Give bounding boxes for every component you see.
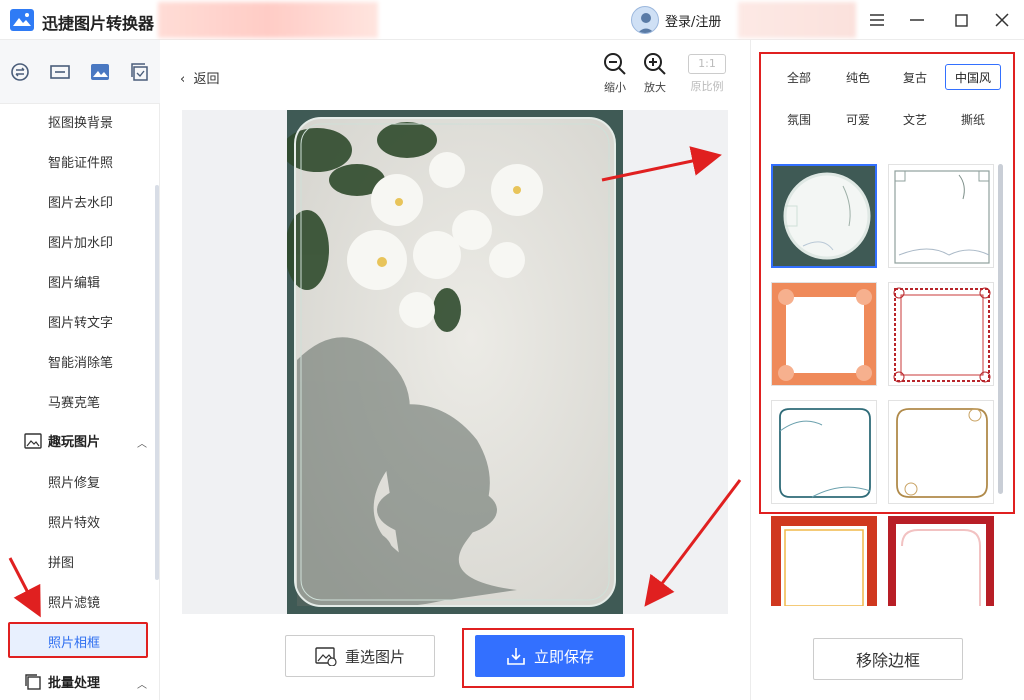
- frame-thumb-1-image: [783, 172, 871, 260]
- back-button[interactable]: ‹ 返回: [180, 68, 219, 87]
- frame-thumb-6[interactable]: [888, 400, 994, 504]
- remove-frame-label: 移除边框: [855, 651, 920, 670]
- reselect-image-icon: [315, 647, 337, 666]
- sidebar-item-frame[interactable]: 照片相框: [48, 632, 100, 651]
- category-atmosphere[interactable]: 氛围: [775, 106, 823, 132]
- sidebar-scrollbar[interactable]: [155, 185, 159, 580]
- sidebar-item-collage[interactable]: 拼图: [48, 552, 74, 571]
- download-icon: [507, 648, 525, 665]
- ratio-icon: 1:1: [688, 54, 726, 74]
- zoom-out-button[interactable]: 缩小: [595, 52, 635, 95]
- frame-thumb-4[interactable]: [888, 282, 994, 386]
- frame-thumb-2-image: [894, 170, 990, 264]
- category-chinese[interactable]: 中国风: [945, 64, 1001, 90]
- sidebar-group-batch[interactable]: 批量处理: [24, 672, 100, 691]
- close-icon[interactable]: [990, 8, 1014, 32]
- original-ratio-label: 原比例: [690, 80, 724, 93]
- zoom-out-icon: [604, 53, 626, 75]
- avatar[interactable]: [631, 6, 659, 34]
- sidebar-item-cutout[interactable]: 抠图换背景: [48, 112, 113, 131]
- frame-thumb-8-image: [888, 516, 994, 606]
- frame-thumb-7[interactable]: [771, 516, 877, 606]
- frame-thumb-3-image: [772, 283, 876, 385]
- image-icon[interactable]: [89, 62, 111, 82]
- sidebar: 抠图换背景 智能证件照 图片去水印 图片加水印 图片编辑 图片转文字 智能消除笔…: [0, 40, 160, 700]
- photo-preview[interactable]: [287, 110, 623, 614]
- reselect-image-button[interactable]: 重选图片: [285, 635, 435, 677]
- frames-scrollbar[interactable]: [998, 164, 1003, 494]
- batch-icon[interactable]: [129, 62, 151, 82]
- save-label: 立即保存: [533, 647, 594, 666]
- save-button[interactable]: 立即保存: [475, 635, 625, 677]
- category-retro[interactable]: 复古: [891, 64, 939, 90]
- back-label: 返回: [193, 72, 220, 87]
- minimize-icon[interactable]: [905, 8, 929, 32]
- category-literary[interactable]: 文艺: [891, 106, 939, 132]
- category-cute[interactable]: 可爱: [834, 106, 882, 132]
- sidebar-item-add-watermark[interactable]: 图片加水印: [48, 232, 113, 251]
- frame-thumb-8[interactable]: [888, 516, 994, 606]
- frame-thumb-3[interactable]: [771, 282, 877, 386]
- frame-thumb-5[interactable]: [771, 400, 877, 504]
- sidebar-item-mosaic[interactable]: 马赛克笔: [48, 392, 100, 411]
- sidebar-item-eraser[interactable]: 智能消除笔: [48, 352, 113, 371]
- app-title: 迅捷图片转换器: [42, 14, 155, 33]
- menu-icon[interactable]: [865, 8, 889, 32]
- login-link[interactable]: 登录/注册: [665, 11, 721, 30]
- category-all[interactable]: 全部: [775, 64, 823, 90]
- compress-icon[interactable]: [49, 62, 71, 82]
- fun-image-icon: [24, 432, 42, 449]
- frame-thumb-5-image: [779, 408, 871, 498]
- sidebar-item-id-photo[interactable]: 智能证件照: [48, 152, 113, 171]
- sidebar-item-edit[interactable]: 图片编辑: [48, 272, 100, 291]
- frame-thumb-7-image: [771, 516, 877, 606]
- frame-thumb-6-image: [896, 408, 988, 498]
- zoom-out-label: 缩小: [604, 81, 626, 94]
- frame-thumb-4-image: [893, 287, 991, 383]
- app-logo-icon: [10, 9, 34, 31]
- batch-process-icon: [25, 673, 41, 690]
- framed-photo-image: [287, 110, 623, 614]
- sidebar-item-remove-watermark[interactable]: 图片去水印: [48, 192, 113, 211]
- chevron-left-icon: ‹: [180, 72, 194, 87]
- editor-area: ‹ 返回 缩小 放大 1:1 原比例 重选图片 立即保存: [160, 40, 750, 700]
- zoom-in-label: 放大: [644, 81, 666, 94]
- reselect-image-label: 重选图片: [344, 647, 405, 666]
- maximize-icon[interactable]: [949, 8, 973, 32]
- frames-panel: 全部 纯色 复古 中国风 氛围 可爱 文艺 撕纸 移除边框: [750, 40, 1024, 700]
- sidebar-group-fun[interactable]: 趣玩图片: [24, 431, 100, 450]
- chevron-up-icon-2[interactable]: ︿: [137, 676, 147, 691]
- frame-thumb-2[interactable]: [888, 164, 994, 268]
- remove-frame-button[interactable]: 移除边框: [813, 638, 963, 680]
- sidebar-item-filter[interactable]: 照片滤镜: [48, 592, 100, 611]
- category-torn-paper[interactable]: 撕纸: [949, 106, 997, 132]
- redacted-area-2: [738, 2, 856, 38]
- chevron-up-icon[interactable]: ︿: [137, 435, 147, 450]
- sidebar-item-ocr[interactable]: 图片转文字: [48, 312, 113, 331]
- redacted-area: [158, 2, 378, 38]
- sidebar-group-fun-label: 趣玩图片: [48, 435, 101, 450]
- original-ratio-button[interactable]: 1:1 原比例: [687, 52, 727, 94]
- title-bar: 迅捷图片转换器 登录/注册: [0, 0, 1024, 40]
- zoom-in-button[interactable]: 放大: [635, 52, 675, 95]
- category-solid[interactable]: 纯色: [834, 64, 882, 90]
- sidebar-item-effects[interactable]: 照片特效: [48, 512, 100, 531]
- sidebar-icon-bar: [0, 40, 160, 104]
- sidebar-item-restore[interactable]: 照片修复: [48, 472, 100, 491]
- zoom-in-icon: [644, 53, 666, 75]
- sidebar-group-batch-label: 批量处理: [48, 676, 101, 691]
- convert-icon[interactable]: [9, 62, 31, 82]
- frame-thumb-1[interactable]: [771, 164, 877, 268]
